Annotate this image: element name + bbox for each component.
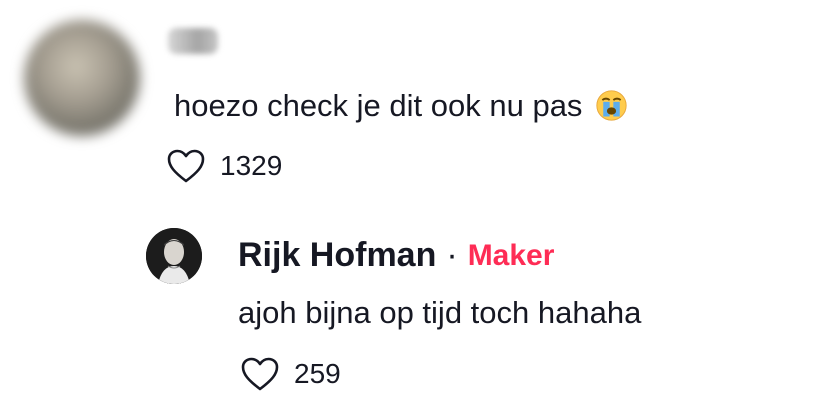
comment-like-count: 1329 (220, 150, 283, 181)
comment-text-content: hoezo check je dit ook nu pas (174, 88, 583, 123)
heart-icon[interactable] (166, 148, 206, 184)
reply-author-name[interactable]: Rijk Hofman (238, 236, 436, 275)
reply-text-content: ajoh bijna op tijd toch hahaha (238, 295, 642, 330)
blurred-reply-action[interactable] (340, 158, 364, 184)
reply-author-avatar[interactable] (146, 228, 202, 284)
heart-icon[interactable] (240, 356, 280, 392)
reply-header: Rijk Hofman · Maker (238, 236, 554, 275)
reply-like-count: 259 (294, 358, 341, 389)
separator-dot: · (446, 236, 458, 274)
crying-face-emoji-icon (596, 90, 627, 121)
reply-text: ajoh bijna op tijd toch hahaha (238, 295, 641, 331)
blurred-action[interactable] (640, 158, 677, 184)
commenter-name-blurred[interactable] (168, 28, 218, 54)
avatar-portrait-icon (146, 228, 202, 284)
creator-badge: Maker (467, 238, 555, 272)
comment-like-row: 1329 (166, 148, 282, 184)
commenter-avatar[interactable] (24, 20, 140, 136)
reply-like-row: 259 (240, 356, 341, 392)
comment-text: hoezo check je dit ook nu pas (174, 88, 628, 124)
blurred-reply-action[interactable] (450, 366, 474, 392)
